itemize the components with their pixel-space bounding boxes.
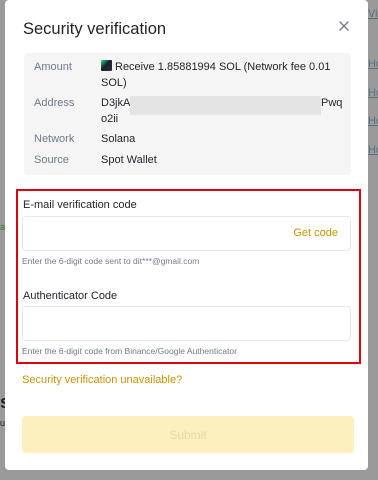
address-line-2: o2ii	[101, 113, 119, 125]
background-link: Ho	[368, 144, 378, 156]
security-verification-modal: Security verification Amount Receive 1.8…	[5, 0, 368, 470]
address-label: Address	[34, 97, 75, 109]
amount-label: Amount	[34, 61, 72, 73]
source-value: Spot Wallet	[101, 154, 157, 166]
submit-button[interactable]: Submit	[22, 416, 354, 453]
withdrawal-details: Amount Receive 1.85881994 SOL (Network f…	[24, 53, 351, 175]
amount-value: Receive 1.85881994 SOL (Network fee 0.01…	[101, 59, 330, 91]
background-link: Ho	[368, 58, 378, 70]
solana-coin-icon	[101, 60, 112, 71]
amount-text-continued: SOL)	[101, 77, 127, 89]
amount-text: Receive 1.85881994 SOL (Network fee 0.01	[115, 61, 331, 73]
close-icon[interactable]	[337, 19, 351, 33]
highlight-frame	[16, 189, 361, 364]
network-value: Solana	[101, 133, 136, 145]
source-label: Source	[34, 154, 69, 166]
background-link: Vid	[368, 8, 378, 20]
network-label: Network	[34, 133, 75, 145]
address-prefix: D3jkA	[101, 97, 131, 109]
modal-title: Security verification	[23, 20, 167, 38]
address-suffix: Pwq	[321, 97, 343, 109]
verification-unavailable-link[interactable]: Security verification unavailable?	[22, 374, 182, 386]
address-redaction	[130, 96, 321, 115]
background-link: Ho	[368, 87, 378, 99]
background-link: Ho	[368, 115, 378, 127]
